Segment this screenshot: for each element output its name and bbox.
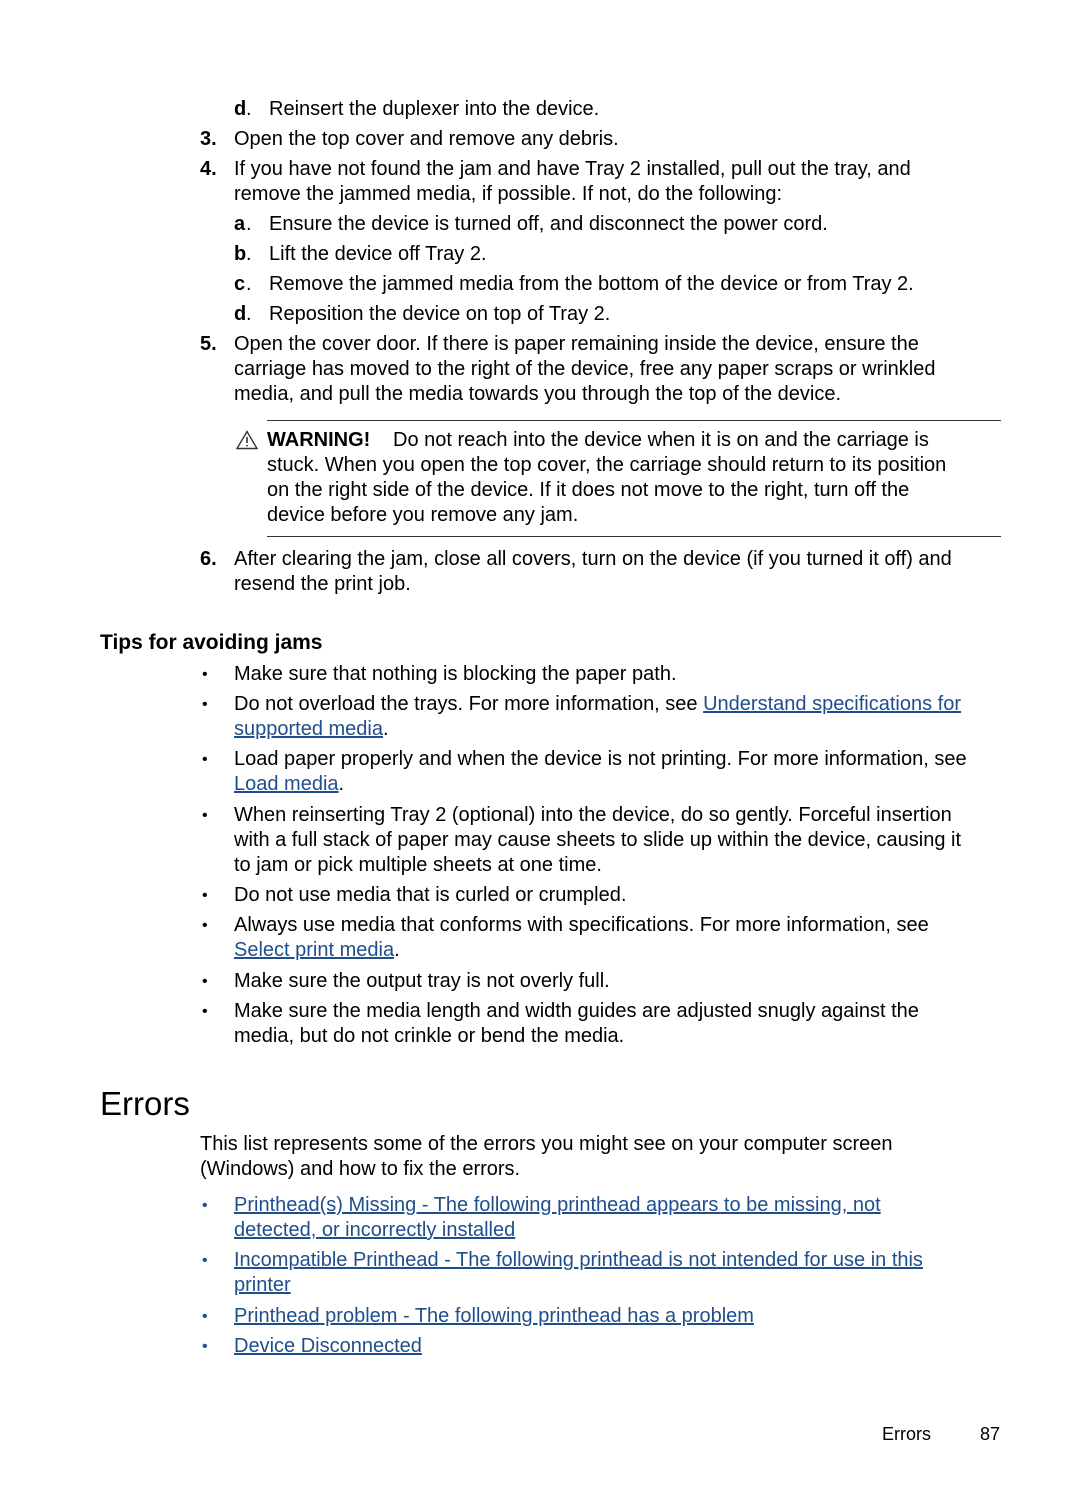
errors-intro: (Windows) and how to fix the errors. bbox=[200, 1158, 521, 1180]
link-understand-specifications[interactable]: Understand specifications for bbox=[703, 693, 961, 715]
period: . bbox=[246, 213, 252, 235]
warning-text: Do not reach into the device when it is … bbox=[393, 429, 929, 451]
substep-marker: c bbox=[234, 273, 246, 295]
tip-text: Do not use media that is curled or crump… bbox=[234, 884, 627, 906]
error-link-item: Printhead(s) Missing - The following pri… bbox=[234, 1193, 881, 1218]
period: . bbox=[246, 243, 252, 265]
page-number: 87 bbox=[980, 1424, 1001, 1444]
tip-text: Do not overload the trays. For more info… bbox=[234, 693, 704, 715]
period: . bbox=[246, 98, 252, 120]
punctuation: . bbox=[382, 718, 389, 740]
link-printhead-problem[interactable]: Printhead problem - The following printh… bbox=[234, 1305, 754, 1327]
step-text: resend the print job. bbox=[234, 573, 411, 595]
tip-text: Load paper properly and when the device … bbox=[234, 748, 967, 770]
tip-text: Always use media that conforms with spec… bbox=[234, 914, 929, 936]
link-incompatible-printhead[interactable]: Incompatible Printhead - The following p… bbox=[234, 1249, 923, 1271]
substep-marker: d bbox=[234, 303, 247, 325]
substep-marker: a bbox=[234, 213, 246, 235]
bullet: • bbox=[202, 666, 208, 683]
step-number: 3. bbox=[200, 128, 217, 150]
warning-top-rule bbox=[267, 420, 1001, 421]
errors-heading: Errors bbox=[100, 1085, 190, 1122]
substep-text: Ensure the device is turned off, and dis… bbox=[269, 213, 828, 235]
link-load-media[interactable]: Load media bbox=[234, 773, 339, 795]
step-text: If you have not found the jam and have T… bbox=[234, 158, 911, 180]
link-select-print-media[interactable]: Select print media bbox=[234, 939, 394, 961]
link-printheads-missing[interactable]: Printhead(s) Missing - The following pri… bbox=[234, 1194, 881, 1216]
error-link-item: printer bbox=[234, 1273, 291, 1298]
substep-text: Reposition the device on top of Tray 2. bbox=[269, 303, 611, 325]
error-link-item: detected, or incorrectly installed bbox=[234, 1218, 515, 1243]
step-text: remove the jammed media, if possible. If… bbox=[234, 183, 783, 205]
warning-text: stuck. When you open the top cover, the … bbox=[267, 454, 947, 476]
error-link-item: Printhead problem - The following printh… bbox=[234, 1304, 754, 1329]
bullet: • bbox=[202, 1252, 208, 1269]
bullet: • bbox=[202, 1003, 208, 1020]
step-text: Open the cover door. If there is paper r… bbox=[234, 333, 919, 355]
tip-text: with a full stack of paper may cause she… bbox=[234, 829, 962, 851]
step-number: 4. bbox=[200, 158, 217, 180]
bullet: • bbox=[202, 917, 208, 934]
link-device-disconnected[interactable]: Device Disconnected bbox=[234, 1335, 422, 1357]
bullet: • bbox=[202, 1338, 208, 1355]
period: . bbox=[246, 303, 252, 325]
link-incompatible-printhead[interactable]: printer bbox=[234, 1274, 291, 1296]
tip-text: Make sure the output tray is not overly … bbox=[234, 970, 610, 992]
substep-text: Remove the jammed media from the bottom … bbox=[269, 273, 914, 295]
warning-bottom-rule bbox=[267, 536, 1001, 537]
step-text: After clearing the jam, close all covers… bbox=[234, 548, 952, 570]
punctuation: . bbox=[394, 939, 400, 961]
tip-item: Do not overload the trays. For more info… bbox=[234, 692, 961, 717]
bullet: • bbox=[202, 1197, 208, 1214]
link-supported-media[interactable]: supported media bbox=[234, 718, 383, 740]
tip-text: When reinserting Tray 2 (optional) into … bbox=[234, 804, 952, 826]
tip-item: Select print media. bbox=[234, 938, 400, 963]
warning-label: WARNING! bbox=[267, 429, 371, 451]
footer-section-name: Errors bbox=[882, 1424, 931, 1444]
substep-marker: d bbox=[234, 98, 247, 120]
step-number: 5. bbox=[200, 333, 217, 355]
bullet: • bbox=[202, 751, 208, 768]
step-text: carriage has moved to the right of the d… bbox=[234, 358, 936, 380]
step-text: media, and pull the media towards you th… bbox=[234, 383, 842, 405]
document-page: d. Reinsert the duplexer into the device… bbox=[0, 0, 1080, 1495]
period: . bbox=[246, 273, 252, 295]
tip-item: Load media. bbox=[234, 772, 344, 797]
step-text: Open the top cover and remove any debris… bbox=[234, 128, 619, 150]
tip-text: Make sure that nothing is blocking the p… bbox=[234, 663, 677, 685]
errors-intro: This list represents some of the errors … bbox=[200, 1133, 893, 1155]
bullet: • bbox=[202, 696, 208, 713]
step-number: 6. bbox=[200, 548, 217, 570]
warning-text: on the right side of the device. If it d… bbox=[267, 479, 910, 501]
bullet: • bbox=[202, 807, 208, 824]
tip-text: to jam or pick multiple sheets at one ti… bbox=[234, 854, 602, 876]
warning-text: device before you remove any jam. bbox=[267, 504, 579, 526]
error-link-item: Device Disconnected bbox=[234, 1334, 422, 1359]
substep-text: Reinsert the duplexer into the device. bbox=[269, 98, 600, 120]
punctuation: . bbox=[338, 773, 345, 795]
tip-text: Make sure the media length and width gui… bbox=[234, 1000, 919, 1022]
error-link-item: Incompatible Printhead - The following p… bbox=[234, 1248, 923, 1273]
link-printheads-missing[interactable]: detected, or incorrectly installed bbox=[234, 1219, 515, 1241]
bullet: • bbox=[202, 887, 208, 904]
warning-triangle-icon bbox=[235, 430, 259, 450]
bullet: • bbox=[202, 1308, 208, 1325]
tips-heading: Tips for avoiding jams bbox=[100, 631, 323, 654]
bullet: • bbox=[202, 973, 208, 990]
substep-text: Lift the device off Tray 2. bbox=[269, 243, 487, 265]
tip-item: supported media. bbox=[234, 717, 389, 742]
tip-text: media, but do not crinkle or bend the me… bbox=[234, 1025, 625, 1047]
substep-marker: b bbox=[234, 243, 247, 265]
